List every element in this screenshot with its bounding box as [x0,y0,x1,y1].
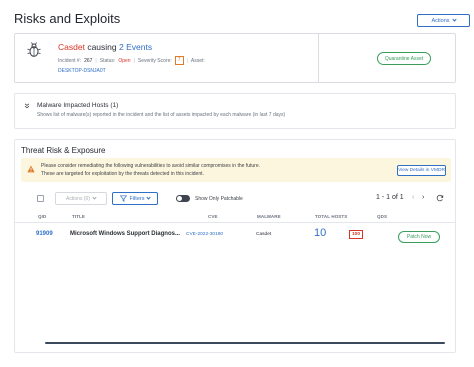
refresh-icon[interactable] [436,194,444,202]
column-header-qds[interactable]: QDS [377,214,387,219]
qid-link[interactable]: 91909 [36,231,53,237]
filter-icon [119,195,127,202]
warning-banner: Please consider remediating the followin… [21,158,451,182]
chevron-down-icon [92,195,97,200]
events-link[interactable]: 2 Events [119,42,152,52]
column-header-total-hosts[interactable]: TOTAL HOSTS [315,214,347,219]
meta-separator: | [133,57,135,64]
patch-now-button[interactable]: Patch Now [398,231,440,243]
column-header-malware[interactable]: MALWARE [257,214,281,219]
meta-separator: | [95,57,97,64]
column-header-qid[interactable]: QID [38,214,46,219]
asset-label: Asset: [190,57,205,64]
chevron-down-icon [146,195,152,200]
malware-impacted-hosts-panel[interactable]: Malware Impacted Hosts (1) Shows list of… [14,93,456,129]
chevron-down-icon [451,17,457,22]
status-label: Status: [99,57,116,64]
causing-text: causing [87,42,117,52]
actions-label: Actions [431,17,450,24]
malware-section-description: Shows list of malware(s) reported in the… [37,112,286,118]
threat-section-title: Threat Risk & Exposure [21,146,106,155]
bulk-actions-label: Actions (0) [66,195,90,202]
threat-risk-panel: Threat Risk & Exposure Please consider r… [14,139,456,353]
incident-meta: Incident #: 267 | Status: Open | Severit… [58,56,205,65]
chevron-double-down-icon[interactable] [24,103,30,109]
actions-dropdown-button[interactable]: Actions [417,14,470,27]
malware-name-link[interactable]: Casdet [58,42,85,52]
show-only-patchable-toggle[interactable] [176,195,190,202]
table-header: QID TITLE CVE MALWARE TOTAL HOSTS QDS [15,213,455,223]
meta-separator: | [186,57,188,64]
select-all-checkbox[interactable] [37,195,44,202]
view-in-vmdr-button[interactable]: View Details in VMDR [397,165,446,176]
incident-headline: Casdet causing 2 Events [58,42,152,52]
card-divider [318,34,319,82]
incident-number-label: Incident #: [58,57,82,64]
toggle-label: Show Only Patchable [195,196,243,202]
filters-button[interactable]: Filters [112,192,158,205]
warning-text-line1: Please consider remediating the followin… [41,163,260,169]
warning-icon [27,165,35,173]
quarantine-asset-button[interactable]: Quarantine Asset [377,52,431,65]
vulnerability-title: Microsoft Windows Support Diagnos... [70,231,180,237]
pagination-text: 1 - 1 of 1 [376,194,404,201]
bug-icon [27,42,41,57]
bulk-actions-button[interactable]: Actions (0) [55,192,107,205]
incident-number: 267 [84,57,93,64]
previous-page-button[interactable]: ‹ [412,194,414,201]
cve-link[interactable]: CVE-2022-30190 [186,232,223,237]
incident-summary-card: Casdet causing 2 Events Incident #: 267 … [14,33,456,83]
malware-section-title: Malware Impacted Hosts (1) [37,102,119,109]
malware-name: Casdet [256,232,272,237]
status-value: Open [118,57,131,64]
page-title: Risks and Exploits [14,11,121,26]
table-row[interactable]: 91909 Microsoft Windows Support Diagnos.… [15,226,455,248]
next-page-button[interactable]: › [422,194,424,201]
column-header-title[interactable]: TITLE [72,214,85,219]
total-hosts-link[interactable]: 10 [314,227,326,239]
severity-badge: 7 [174,56,184,65]
column-header-cve[interactable]: CVE [208,214,218,219]
filters-label: Filters [129,195,145,202]
horizontal-scrollbar[interactable] [45,342,445,344]
asset-link[interactable]: DESKTOP-DSNJA0T [58,68,106,74]
table-toolbar: Actions (0) Filters Show Only Patchable … [15,190,455,206]
severity-label: Severity Score: [137,57,172,64]
qds-badge: 100 [349,230,364,239]
warning-text-line2: These are targeted for exploitation by t… [41,171,204,177]
